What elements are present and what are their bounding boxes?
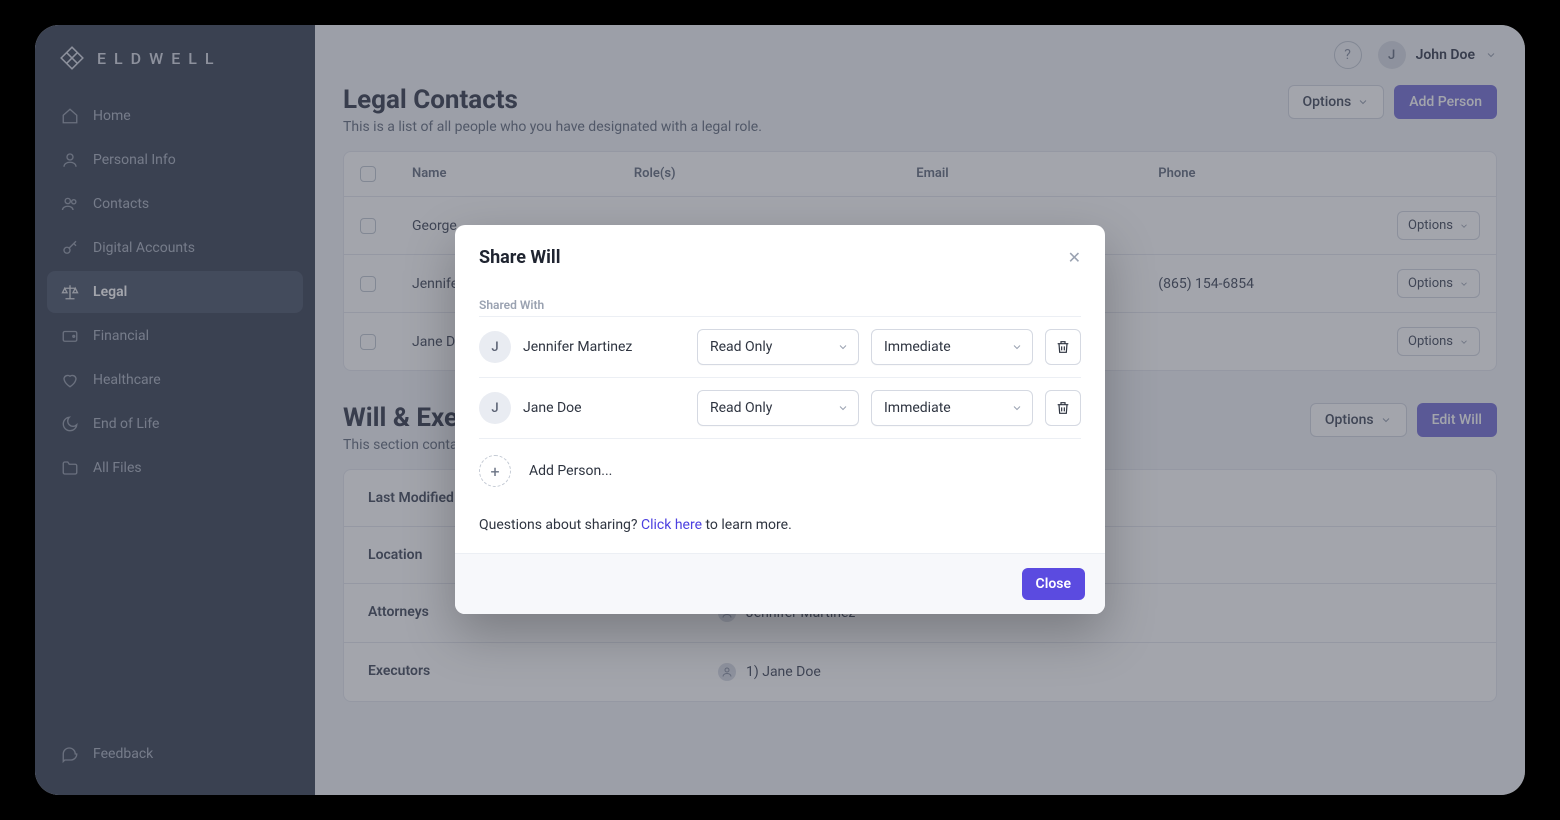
select-value: Read Only: [710, 400, 772, 416]
remove-person-button[interactable]: [1045, 390, 1081, 426]
timing-select[interactable]: Immediate: [871, 390, 1033, 426]
button-label: Close: [1036, 576, 1071, 592]
share-row: J Jennifer Martinez Read Only Immediate: [479, 316, 1081, 377]
share-row: J Jane Doe Read Only Immediate: [479, 377, 1081, 438]
chevron-down-icon: [837, 341, 849, 353]
access-select[interactable]: Read Only: [697, 390, 859, 426]
timing-select[interactable]: Immediate: [871, 329, 1033, 365]
access-select[interactable]: Read Only: [697, 329, 859, 365]
help-suffix: to learn more.: [702, 517, 792, 533]
help-link[interactable]: Click here: [641, 517, 702, 533]
modal-title: Share Will: [479, 247, 560, 268]
modal-help-text: Questions about sharing? Click here to l…: [479, 503, 1081, 533]
person-name: Jennifer Martinez: [523, 339, 685, 355]
share-will-modal: Share Will ✕ Shared With J Jennifer Mart…: [455, 225, 1105, 614]
add-person-label: Add Person...: [529, 463, 612, 479]
add-person-row[interactable]: + Add Person...: [479, 438, 1081, 503]
person-avatar: J: [479, 331, 511, 363]
trash-icon: [1055, 400, 1071, 416]
modal-close-button[interactable]: ✕: [1068, 248, 1081, 267]
modal-close-action-button[interactable]: Close: [1022, 568, 1085, 600]
select-value: Read Only: [710, 339, 772, 355]
modal-overlay[interactable]: Share Will ✕ Shared With J Jennifer Mart…: [35, 25, 1525, 795]
shared-with-label: Shared With: [479, 298, 1081, 312]
remove-person-button[interactable]: [1045, 329, 1081, 365]
chevron-down-icon: [837, 402, 849, 414]
person-name: Jane Doe: [523, 400, 685, 416]
chevron-down-icon: [1011, 402, 1023, 414]
help-prefix: Questions about sharing?: [479, 517, 641, 533]
chevron-down-icon: [1011, 341, 1023, 353]
trash-icon: [1055, 339, 1071, 355]
close-icon: ✕: [1068, 248, 1081, 267]
plus-icon: +: [479, 455, 511, 487]
select-value: Immediate: [884, 339, 951, 355]
person-avatar: J: [479, 392, 511, 424]
select-value: Immediate: [884, 400, 951, 416]
